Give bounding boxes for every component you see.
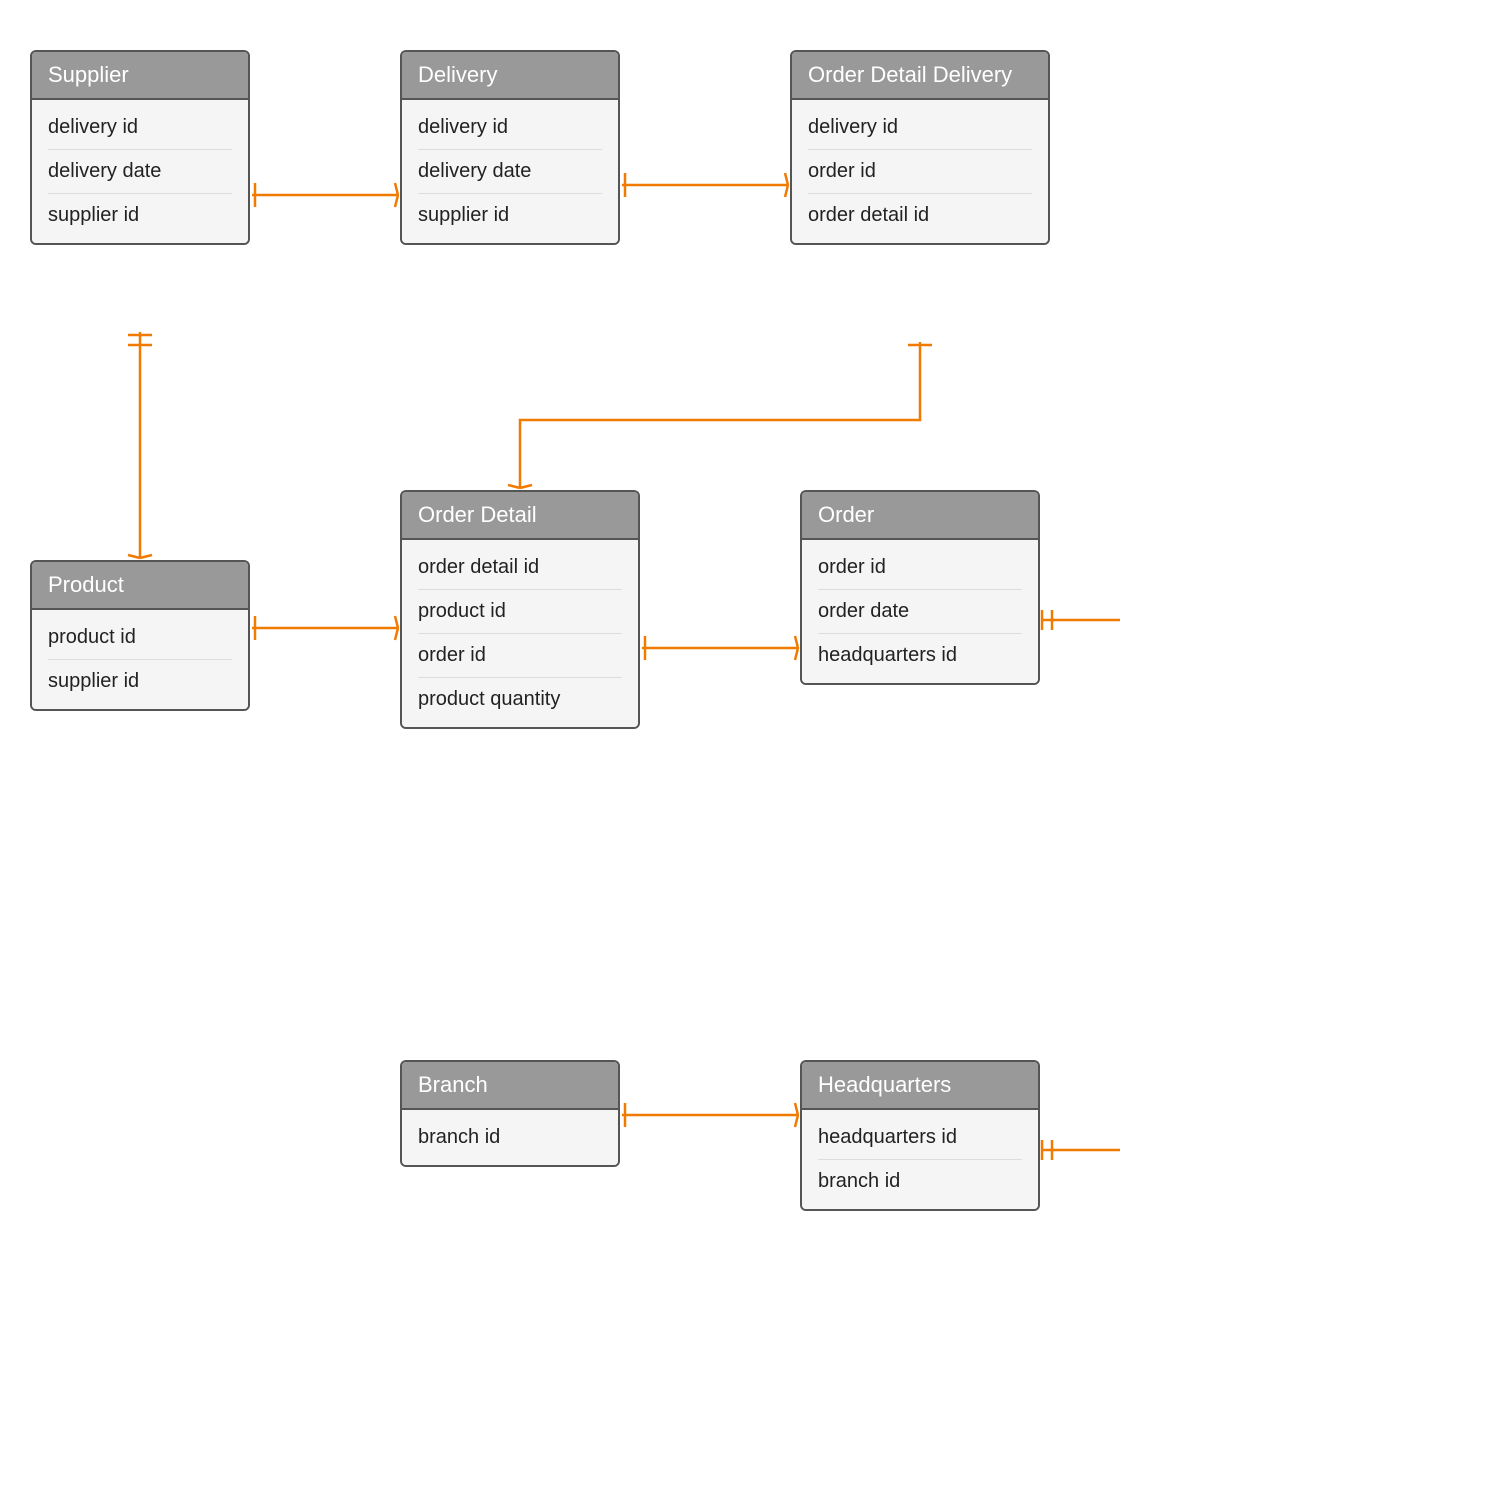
product-field-2: supplier id — [48, 660, 232, 703]
product-table: Product product id supplier id — [30, 560, 250, 711]
branch-title: Branch — [402, 1062, 618, 1110]
order-field-2: order date — [818, 590, 1022, 634]
branch-table: Branch branch id — [400, 1060, 620, 1167]
hq-field-2: branch id — [818, 1160, 1022, 1203]
order-field-3: headquarters id — [818, 634, 1022, 677]
branch-field-1: branch id — [418, 1116, 602, 1159]
order-field-1: order id — [818, 546, 1022, 590]
product-title: Product — [32, 562, 248, 610]
headquarters-table: Headquarters headquarters id branch id — [800, 1060, 1040, 1211]
delivery-title: Delivery — [402, 52, 618, 100]
order-detail-title: Order Detail — [402, 492, 638, 540]
supplier-field-2: delivery date — [48, 150, 232, 194]
od-field-2: product id — [418, 590, 622, 634]
order-title: Order — [802, 492, 1038, 540]
supplier-field-3: supplier id — [48, 194, 232, 237]
supplier-table: Supplier delivery id delivery date suppl… — [30, 50, 250, 245]
od-field-3: order id — [418, 634, 622, 678]
order-detail-delivery-table: Order Detail Delivery delivery id order … — [790, 50, 1050, 245]
od-field-4: product quantity — [418, 678, 622, 721]
delivery-field-1: delivery id — [418, 106, 602, 150]
delivery-field-3: supplier id — [418, 194, 602, 237]
delivery-field-2: delivery date — [418, 150, 602, 194]
order-detail-table: Order Detail order detail id product id … — [400, 490, 640, 729]
hq-field-1: headquarters id — [818, 1116, 1022, 1160]
product-field-1: product id — [48, 616, 232, 660]
order-detail-delivery-title: Order Detail Delivery — [792, 52, 1048, 100]
headquarters-title: Headquarters — [802, 1062, 1038, 1110]
odd-field-3: order detail id — [808, 194, 1032, 237]
odd-field-2: order id — [808, 150, 1032, 194]
order-table: Order order id order date headquarters i… — [800, 490, 1040, 685]
supplier-title: Supplier — [32, 52, 248, 100]
delivery-table: Delivery delivery id delivery date suppl… — [400, 50, 620, 245]
supplier-field-1: delivery id — [48, 106, 232, 150]
od-field-1: order detail id — [418, 546, 622, 590]
odd-field-1: delivery id — [808, 106, 1032, 150]
